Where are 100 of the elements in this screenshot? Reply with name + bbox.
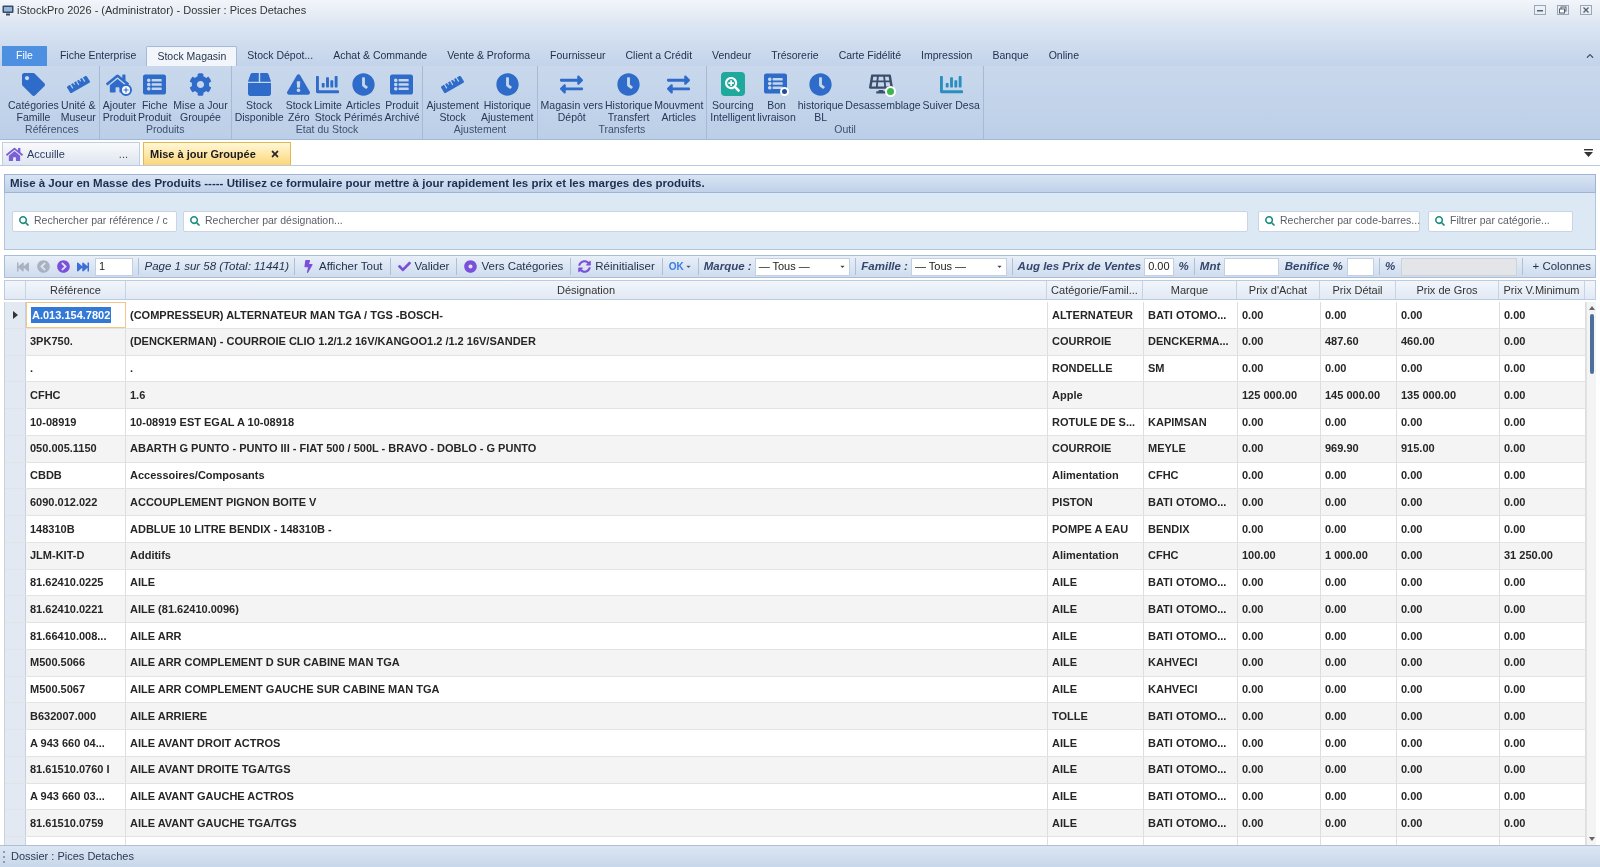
column-header[interactable]: Référence xyxy=(26,281,126,299)
toolbar-button[interactable]: Vers Catégories xyxy=(462,256,566,277)
price-increase-input[interactable]: 0.00 xyxy=(1144,257,1174,276)
overflow-button[interactable]: ... xyxy=(118,145,128,163)
close-icon[interactable] xyxy=(1580,5,1592,15)
menu-tab[interactable]: Online xyxy=(1038,46,1089,66)
profit-label: Benifice % xyxy=(1284,258,1343,274)
menu-tab[interactable]: Banque xyxy=(982,46,1039,66)
scroll-up-icon[interactable] xyxy=(1588,306,1595,310)
menu-tab[interactable]: Stock Dépot... xyxy=(237,46,324,66)
filter-dropdown[interactable]: — Tous — xyxy=(910,257,1007,276)
menu-tab[interactable]: Achat & Commande xyxy=(323,46,438,66)
amount-input[interactable] xyxy=(1224,257,1279,276)
toolbar-button[interactable]: Réinitialiser xyxy=(576,256,657,277)
column-header[interactable]: Prix Détail xyxy=(1320,281,1396,299)
menu-tab[interactable]: Client a Crédit xyxy=(615,46,703,66)
ribbon-button[interactable]: Mise a Jour Groupée xyxy=(172,69,229,123)
menu-tab[interactable]: Trésorerie xyxy=(761,46,829,66)
table-cell: 0.00 xyxy=(1321,703,1397,729)
table-cell: POMPE A EAU xyxy=(1048,516,1144,542)
menu-tab[interactable]: Vente & Proforma xyxy=(437,46,541,66)
table-cell: 0.00 xyxy=(1397,355,1500,382)
ribbon-button[interactable]: Sourcing Intelligent xyxy=(709,69,757,123)
ribbon-button[interactable]: Historique Ajustement xyxy=(480,69,535,123)
scroll-down-icon[interactable] xyxy=(1588,837,1595,841)
table-cell: BATI OTOMO... xyxy=(1144,623,1238,649)
search-field[interactable]: Rechercher par désignation... xyxy=(183,210,1248,232)
column-header[interactable]: Marque xyxy=(1143,281,1237,299)
ribbon-button[interactable]: Suiver Desa xyxy=(921,69,981,111)
ribbon-button[interactable]: historique BL xyxy=(796,69,845,123)
ribbon-button[interactable]: Catégories Famille xyxy=(7,69,60,123)
ribbon-button[interactable]: Ajustement Stock xyxy=(425,69,480,123)
column-header[interactable]: Catégorie/Famil... xyxy=(1047,281,1143,299)
table-cell: 0.00 xyxy=(1238,569,1321,596)
ribbon-button[interactable]: Mouvment Articles xyxy=(653,69,705,123)
columns-button[interactable]: + Colonnes xyxy=(1528,256,1595,277)
table-cell: 10-08919 EST EGAL A 10-08918 xyxy=(126,409,1048,435)
ribbon-button[interactable]: Bon livraison xyxy=(756,69,797,123)
table-cell: 145 000.00 xyxy=(1321,382,1397,408)
ribbon-button[interactable]: Desassemblage xyxy=(844,69,922,111)
minimize-icon[interactable] xyxy=(1534,5,1546,15)
ribbon-button[interactable]: Articles Périmés xyxy=(342,69,384,123)
vertical-scrollbar[interactable] xyxy=(1586,302,1596,845)
table-cell: BATI OTOMO... xyxy=(1144,489,1238,515)
table-cell: 460.00 xyxy=(1397,328,1500,355)
ribbon-button[interactable]: Magasin vers Dépôt xyxy=(539,69,604,123)
profit-input[interactable] xyxy=(1346,257,1374,276)
document-tab[interactable]: Mise à jour Groupée xyxy=(143,142,291,165)
table-cell: PISTON xyxy=(1048,489,1144,515)
menu-tab[interactable]: Carte Fidélité xyxy=(828,46,912,66)
table-cell: AILE xyxy=(1048,649,1144,676)
ribbon-button[interactable]: Produit Archivé xyxy=(383,69,421,123)
table-cell: M500.5066 xyxy=(26,649,126,676)
ribbon-button[interactable]: Fiche Produit xyxy=(137,69,173,123)
table-cell: AILE (81.62410.0096) xyxy=(126,596,1048,622)
table-cell: Alimentation xyxy=(1048,542,1144,569)
search-icon xyxy=(1435,216,1445,226)
price-increase-label: Aug les Prix de Ventes xyxy=(1017,258,1142,274)
list-icon xyxy=(390,72,414,96)
table-cell: AILE ARR xyxy=(126,623,1048,649)
column-header[interactable]: Prix V.Minimum xyxy=(1499,281,1585,299)
row-indicator[interactable] xyxy=(5,302,26,328)
table-cell: BATI OTOMO... xyxy=(1144,703,1238,729)
filter-dropdown[interactable]: — Tous — xyxy=(754,257,851,276)
chevron-right-icon xyxy=(56,260,70,273)
ribbon-button[interactable]: Stock Zéro xyxy=(284,69,313,123)
menu-tab[interactable]: Fournisseur xyxy=(540,46,616,66)
toolbar-button[interactable]: Afficher Tout xyxy=(300,256,385,277)
table-cell: DENCKERMA... xyxy=(1144,328,1238,355)
table-cell: 0.00 xyxy=(1238,703,1321,729)
table-cell: 0.00 xyxy=(1321,810,1397,836)
column-header[interactable]: Prix de Gros xyxy=(1396,281,1499,299)
search-field[interactable]: Rechercher par code-barres... xyxy=(1258,210,1420,232)
search-field[interactable]: Rechercher par référence / c xyxy=(12,210,177,232)
collapse-ribbon-icon[interactable] xyxy=(1586,52,1594,60)
table-cell: BATI OTOMO... xyxy=(1144,596,1238,622)
scrollbar-thumb[interactable] xyxy=(1589,314,1594,374)
document-tab[interactable]: Accuille ... xyxy=(2,142,140,165)
ribbon-button[interactable]: Ajouter Produit xyxy=(101,69,138,123)
menu-tab[interactable]: Fiche Enterprise xyxy=(49,46,147,66)
menu-tab[interactable]: Impression xyxy=(911,46,983,66)
restore-icon[interactable] xyxy=(1557,5,1569,15)
table-cell: BATI OTOMO... xyxy=(1144,783,1238,810)
column-header[interactable]: Désignation xyxy=(126,281,1047,299)
dropdown-icon[interactable] xyxy=(1584,149,1593,157)
toolbar-button[interactable]: Valider xyxy=(395,256,452,277)
page-input[interactable]: 1 xyxy=(95,257,134,276)
table-cell: 148310B xyxy=(26,516,126,542)
search-field[interactable]: Filtrer par catégorie... xyxy=(1428,210,1573,232)
menu-tab[interactable]: Vendeur xyxy=(702,46,762,66)
table-cell: 0.00 xyxy=(1397,462,1500,489)
column-header[interactable]: Prix d'Achat xyxy=(1237,281,1320,299)
ribbon-button[interactable]: Limite Stock xyxy=(312,69,343,123)
menu-tab[interactable]: Stock Magasin xyxy=(146,46,238,66)
close-icon[interactable] xyxy=(269,149,280,159)
ribbon-button[interactable]: Historique Transfert xyxy=(604,69,654,123)
ribbon-button[interactable]: Unité & Museur xyxy=(59,69,97,123)
table-cell: 135 000.00 xyxy=(1397,382,1500,408)
house-plus-icon xyxy=(106,72,133,96)
ribbon-button[interactable]: Stock Disponible xyxy=(233,69,285,123)
